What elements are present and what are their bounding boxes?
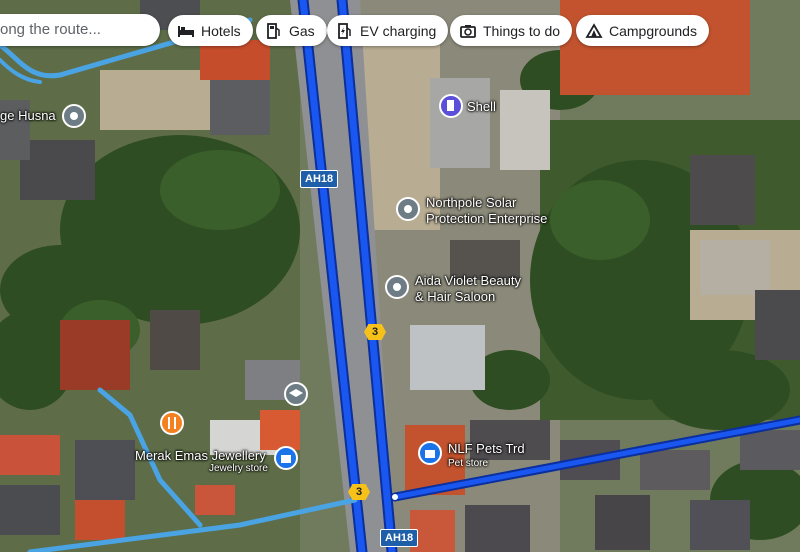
pin-shell[interactable] xyxy=(439,94,463,118)
pin-merak[interactable] xyxy=(274,446,298,470)
gas-chip[interactable]: Gas xyxy=(256,15,327,46)
things-to-do-chip-label: Things to do xyxy=(483,22,561,39)
ev-charging-chip-label: EV charging xyxy=(360,22,437,39)
place-label-aida-line2[interactable]: & Hair Saloon xyxy=(415,289,495,304)
pin-school[interactable] xyxy=(284,382,308,406)
place-type-merak: Jewelry store xyxy=(209,463,268,474)
campgrounds-chip[interactable]: Campgrounds xyxy=(576,15,709,46)
place-type-nlf: Pet store xyxy=(448,458,489,469)
satellite-map[interactable] xyxy=(0,0,800,552)
route-3-shield-mid: 3 xyxy=(364,324,386,340)
campgrounds-chip-label: Campgrounds xyxy=(609,22,697,39)
pin-nlf[interactable] xyxy=(418,441,442,465)
filter-bar: ong the route... Hotels Gas EV charging … xyxy=(0,14,800,48)
pin-northpole[interactable] xyxy=(396,197,420,221)
hotels-chip-label: Hotels xyxy=(201,22,241,39)
ev-charger-icon xyxy=(338,22,351,39)
things-to-do-chip[interactable]: Things to do xyxy=(450,15,573,46)
pin-restaurant[interactable] xyxy=(160,411,184,435)
tent-icon xyxy=(585,22,603,38)
pin-husna[interactable] xyxy=(62,104,86,128)
pin-aida[interactable] xyxy=(385,275,409,299)
search-along-route-input[interactable]: ong the route... xyxy=(0,14,160,46)
place-label-aida-line1[interactable]: Aida Violet Beauty xyxy=(415,273,521,288)
ah18-shield-top: AH18 xyxy=(300,170,339,188)
place-label-northpole-line1[interactable]: Northpole Solar xyxy=(426,195,516,210)
place-label-shell[interactable]: Shell xyxy=(467,99,496,114)
camera-icon xyxy=(460,24,476,38)
ah18-shield-bottom: AH18 xyxy=(380,529,419,547)
place-label-nlf[interactable]: NLF Pets Trd xyxy=(448,441,525,456)
route-junction-dot xyxy=(392,494,398,500)
hotels-chip[interactable]: Hotels xyxy=(168,15,253,46)
gas-pump-icon xyxy=(267,22,280,39)
place-label-northpole-line2[interactable]: Protection Enterprise xyxy=(426,211,547,226)
place-label-husna[interactable]: ge Husna xyxy=(0,108,56,123)
ev-charging-chip[interactable]: EV charging xyxy=(327,15,449,46)
place-label-merak[interactable]: Merak Emas Jewellery xyxy=(135,448,266,463)
route-3-shield-bottom: 3 xyxy=(348,484,370,500)
gas-chip-label: Gas xyxy=(289,22,315,39)
bed-icon xyxy=(178,25,194,37)
